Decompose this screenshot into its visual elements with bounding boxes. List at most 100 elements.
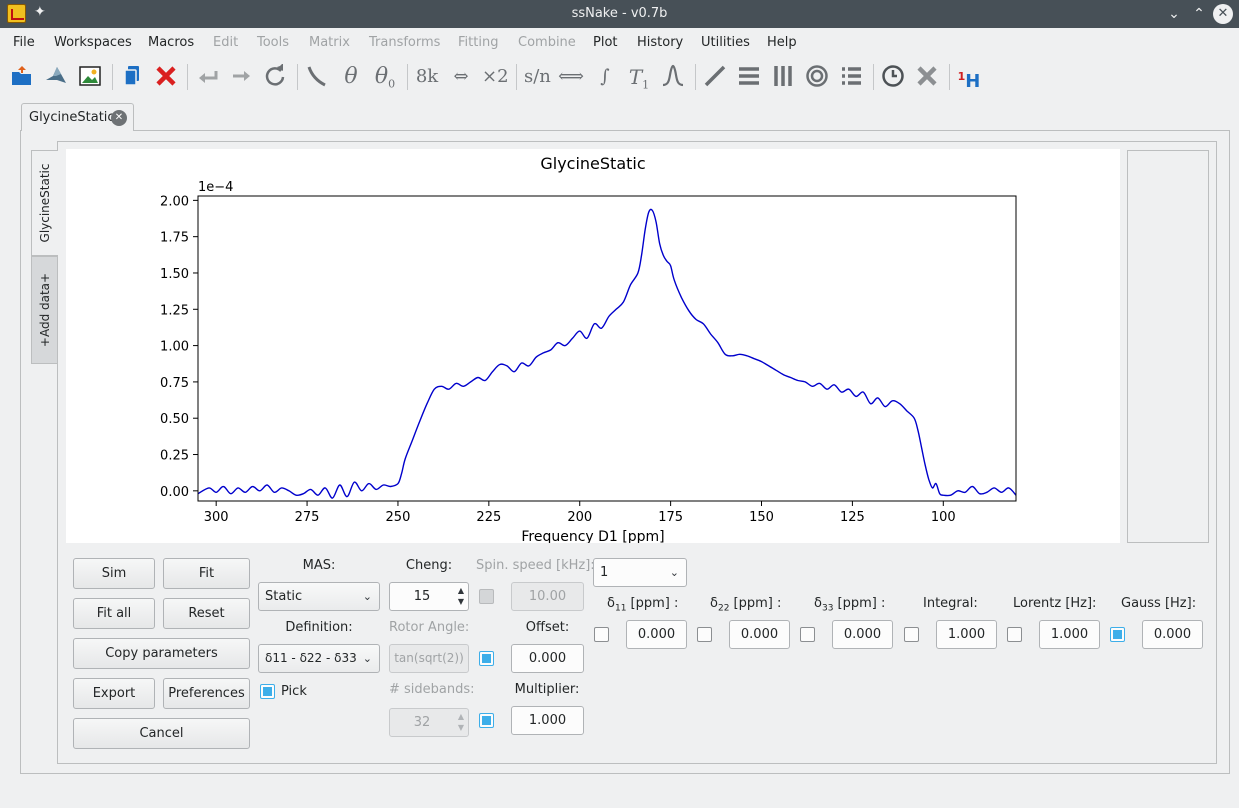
- relaxation-icon[interactable]: T1: [626, 64, 652, 92]
- vtab-add-data[interactable]: +Add data+: [31, 256, 58, 364]
- lorentz-checkbox[interactable]: [1007, 627, 1022, 642]
- sim-button[interactable]: Sim: [73, 558, 155, 589]
- peak-fit-icon[interactable]: [660, 64, 686, 90]
- stepper-arrows-icon[interactable]: ▲ ▼: [458, 585, 464, 607]
- image-icon[interactable]: [77, 64, 103, 90]
- rotor-angle-field[interactable]: tan(sqrt(2)): [389, 644, 469, 673]
- close-tab-icon[interactable]: ✕: [111, 110, 127, 126]
- menu-history[interactable]: History: [637, 35, 683, 50]
- menu-matrix[interactable]: Matrix: [309, 35, 350, 50]
- menu-edit[interactable]: Edit: [213, 35, 238, 50]
- menu-bar: File Workspaces Macros Edit Tools Matrix…: [0, 30, 1239, 56]
- menu-plot[interactable]: Plot: [593, 35, 618, 50]
- menu-help[interactable]: Help: [767, 35, 797, 50]
- pick-checkbox[interactable]: [260, 684, 275, 699]
- menu-macros[interactable]: Macros: [148, 35, 194, 50]
- definition-select[interactable]: δ11 - δ22 - δ33 ⌄: [258, 644, 380, 673]
- x-axis-label: Frequency D1 [ppm]: [521, 529, 664, 543]
- menu-file[interactable]: File: [13, 35, 35, 50]
- spectrum-plot[interactable]: GlycineStatic 1e−4 Frequency D1 [ppm] 30…: [66, 149, 1120, 545]
- spectrum-chart[interactable]: GlycineStatic 1e−4 Frequency D1 [ppm] 30…: [66, 149, 1120, 545]
- menu-tools[interactable]: Tools: [257, 35, 289, 50]
- integral-checkbox[interactable]: [904, 627, 919, 642]
- cancel-button[interactable]: Cancel: [73, 718, 250, 749]
- menu-utilities[interactable]: Utilities: [701, 35, 750, 50]
- x-tick-label: 225: [476, 510, 501, 525]
- integrate-icon[interactable]: ∫: [592, 64, 618, 90]
- integral-field[interactable]: 1.000: [936, 620, 997, 649]
- offset-checkbox[interactable]: [479, 651, 494, 666]
- phase-icon[interactable]: [304, 64, 330, 90]
- redo-icon[interactable]: [228, 64, 254, 90]
- menu-fitting[interactable]: Fitting: [458, 35, 498, 50]
- menu-transforms[interactable]: Transforms: [369, 35, 440, 50]
- export-button[interactable]: Export: [73, 678, 155, 709]
- shift-icon[interactable]: ⇔: [448, 64, 474, 90]
- copy-parameters-button[interactable]: Copy parameters: [73, 638, 250, 669]
- minimize-icon[interactable]: ⌄: [1163, 3, 1185, 25]
- y-tick-label: 0.75: [160, 376, 189, 391]
- d22-checkbox[interactable]: [697, 627, 712, 642]
- maximize-icon[interactable]: ⌃: [1188, 3, 1210, 25]
- y-scale-exponent: 1e−4: [198, 180, 233, 195]
- d33-checkbox[interactable]: [800, 627, 815, 642]
- plot-title: GlycineStatic: [540, 154, 645, 173]
- x-tick-label: 100: [931, 510, 956, 525]
- y-tick-label: 0.25: [160, 449, 189, 464]
- array-plot-icon[interactable]: [770, 64, 796, 90]
- fwhm-icon[interactable]: ⟺: [558, 64, 584, 90]
- nmr-table-icon[interactable]: 1H: [956, 64, 982, 92]
- reload-icon[interactable]: [262, 63, 288, 90]
- sidebands-stepper[interactable]: 32 ▲ ▼: [389, 708, 469, 737]
- multiplier-field[interactable]: 1.000: [511, 706, 584, 735]
- pick-label: Pick: [281, 684, 307, 699]
- y-tick-label: 2.00: [160, 194, 189, 209]
- cheng-stepper[interactable]: 15 ▲ ▼: [389, 582, 469, 611]
- d22-field[interactable]: 0.000: [729, 620, 790, 649]
- lorentz-field[interactable]: 1.000: [1039, 620, 1100, 649]
- mas-select[interactable]: Static ⌄: [258, 582, 380, 611]
- y-tick-label: 1.75: [160, 231, 189, 246]
- mas-label: MAS:: [302, 558, 336, 573]
- fit-button[interactable]: Fit: [163, 558, 250, 589]
- undo-icon[interactable]: [195, 64, 221, 90]
- site-count-select[interactable]: 1 ⌄: [593, 558, 687, 587]
- close-window-icon[interactable]: ✕: [1213, 4, 1233, 24]
- stepper-arrows-icon[interactable]: ▲ ▼: [458, 711, 464, 733]
- gauss-checkbox[interactable]: [1110, 627, 1125, 642]
- autophase-zero-icon[interactable]: θ0: [372, 64, 398, 91]
- d11-checkbox[interactable]: [594, 627, 609, 642]
- menu-workspaces[interactable]: Workspaces: [54, 35, 132, 50]
- snr-icon[interactable]: s/n: [524, 64, 551, 90]
- stack-plot-icon[interactable]: [736, 64, 762, 90]
- y-tick-label: 1.25: [160, 303, 189, 318]
- duplicate-icon[interactable]: [119, 64, 145, 90]
- multiply-icon[interactable]: ×2: [482, 64, 509, 90]
- tab-label: GlycineStatic: [29, 110, 115, 125]
- autophase-icon[interactable]: θ: [338, 64, 364, 90]
- history-icon[interactable]: [880, 64, 906, 90]
- reset-button[interactable]: Reset: [163, 598, 250, 629]
- contour-plot-icon[interactable]: [804, 64, 830, 90]
- spin-speed-checkbox[interactable]: [479, 589, 494, 604]
- fit-all-button[interactable]: Fit all: [73, 598, 155, 629]
- d33-field[interactable]: 0.000: [832, 620, 893, 649]
- clear-icon[interactable]: [914, 64, 940, 90]
- vtab-glycinestatic[interactable]: GlycineStatic: [31, 150, 58, 256]
- multiplot-icon[interactable]: [838, 64, 864, 90]
- x-tick-label: 200: [567, 510, 592, 525]
- delete-icon[interactable]: [153, 64, 179, 90]
- d11-field[interactable]: 0.000: [626, 620, 687, 649]
- offset-field[interactable]: 0.000: [511, 644, 584, 673]
- menu-combine[interactable]: Combine: [518, 35, 576, 50]
- multiplier-checkbox[interactable]: [479, 713, 494, 728]
- sizing-icon[interactable]: 8k: [414, 64, 440, 90]
- plot-1d-icon[interactable]: [702, 64, 728, 90]
- gauss-field[interactable]: 0.000: [1142, 620, 1203, 649]
- preferences-button[interactable]: Preferences: [163, 678, 250, 709]
- matlab-icon[interactable]: [43, 64, 69, 90]
- tab-glycinestatic[interactable]: GlycineStatic ✕: [21, 103, 134, 131]
- definition-label: Definition:: [285, 620, 353, 635]
- open-file-icon[interactable]: [9, 64, 35, 90]
- spin-speed-field[interactable]: 10.00: [511, 582, 584, 611]
